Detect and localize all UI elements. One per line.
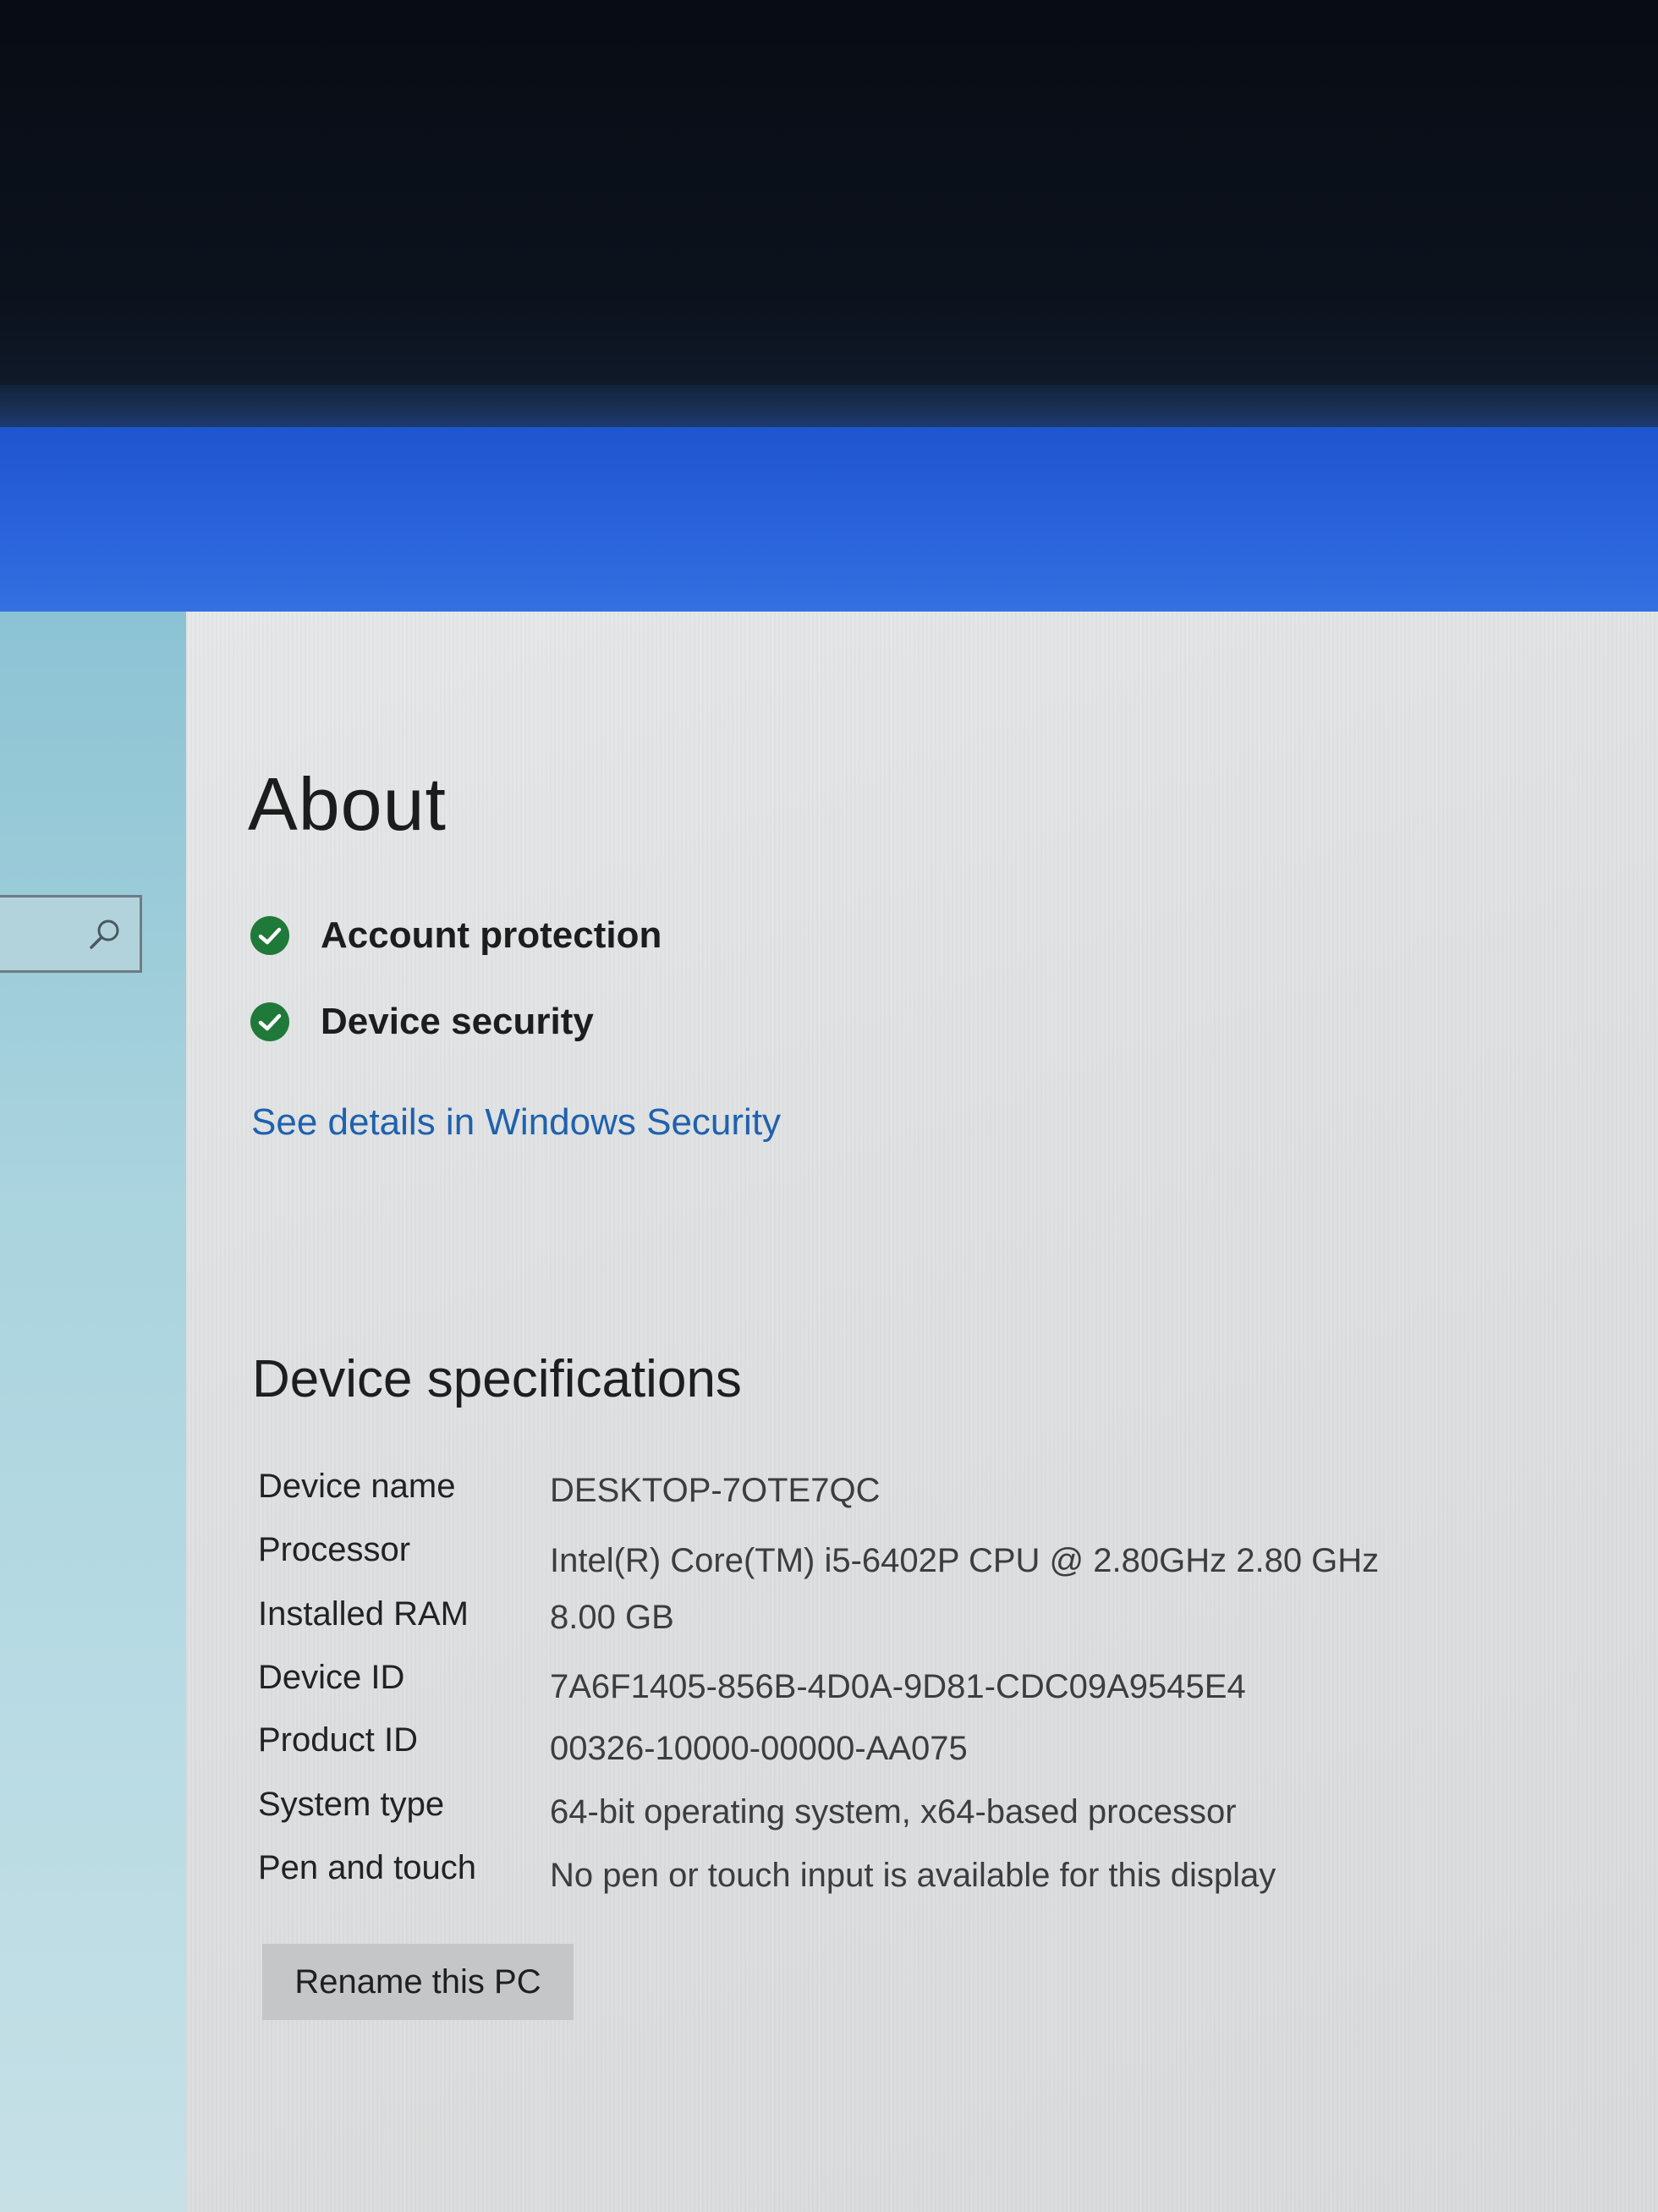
window-title-bar[interactable] — [0, 427, 1658, 612]
spec-label-pen-and-touch: Pen and touch — [258, 1849, 476, 1886]
monitor-bezel-edge — [0, 385, 1658, 427]
security-status-device-security: Device security — [250, 1001, 594, 1043]
status-label: Account protection — [321, 914, 662, 956]
device-specifications-heading: Device specifications — [252, 1350, 742, 1408]
rename-pc-button[interactable]: Rename this PC — [262, 1944, 574, 2020]
spec-label-system-type: System type — [258, 1786, 445, 1823]
page-title: About — [248, 762, 447, 846]
spec-value-device-name: DESKTOP-7OTE7QC — [550, 1472, 881, 1509]
windows-security-link[interactable]: See details in Windows Security — [251, 1101, 781, 1144]
settings-sidebar — [0, 612, 186, 2212]
spec-label-processor: Processor — [258, 1531, 411, 1568]
spec-value-processor: Intel(R) Core(TM) i5-6402P CPU @ 2.80GHz… — [550, 1542, 1380, 1579]
check-circle-icon — [250, 916, 289, 955]
spec-value-product-id: 00326-10000-00000-AA075 — [550, 1730, 968, 1767]
security-status-account-protection: Account protection — [250, 914, 662, 957]
check-circle-icon — [250, 1002, 289, 1041]
spec-value-device-id: 7A6F1405-856B-4D0A-9D81-CDC09A9545E4 — [550, 1668, 1246, 1705]
spec-label-installed-ram: Installed RAM — [258, 1595, 469, 1633]
search-input[interactable] — [0, 895, 142, 973]
spec-value-pen-and-touch: No pen or touch input is available for t… — [550, 1857, 1276, 1894]
spec-label-product-id: Product ID — [258, 1721, 418, 1759]
spec-label-device-id: Device ID — [258, 1659, 405, 1696]
spec-label-device-name: Device name — [258, 1468, 456, 1505]
spec-value-system-type: 64-bit operating system, x64-based proce… — [550, 1793, 1237, 1831]
status-label: Device security — [321, 1001, 594, 1042]
background-dark-area — [0, 0, 1658, 398]
search-icon[interactable] — [87, 916, 123, 952]
spec-value-installed-ram: 8.00 GB — [550, 1599, 674, 1636]
